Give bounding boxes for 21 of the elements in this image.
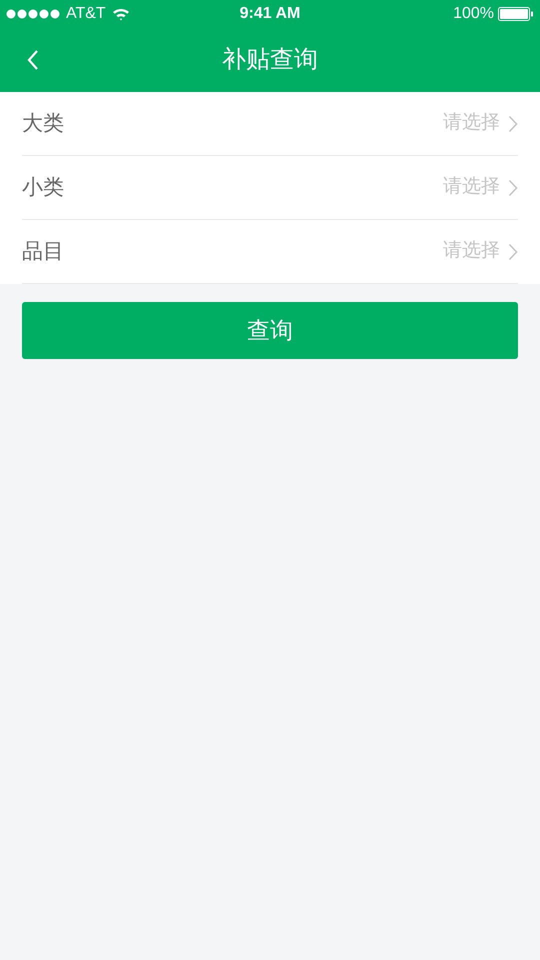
signal-icon [6,9,60,19]
back-icon [27,49,39,71]
select-row[interactable]: 小类 请选择 [22,156,518,220]
carrier-label: AT&T [66,4,106,24]
battery-percent: 100% [453,4,494,24]
chevron-icon [508,114,518,132]
field-label: 品目 [22,238,65,265]
select-placeholder: 请选择 [443,175,500,200]
field-label: 小类 [22,174,65,201]
select-placeholder: 请选择 [443,111,500,136]
field-label: 大类 [22,110,65,137]
battery-icon [498,7,534,21]
wifi-icon [112,7,130,21]
select-row[interactable]: 品目 请选择 [22,220,518,284]
query-button[interactable]: 查询 [22,302,518,359]
time-label: 9:41 AM [240,4,300,24]
page-title: 补贴查询 [222,45,318,75]
select-row[interactable]: 大类 请选择 [22,92,518,156]
select-placeholder: 请选择 [443,239,500,264]
chevron-icon [508,242,518,260]
chevron-icon [508,178,518,196]
